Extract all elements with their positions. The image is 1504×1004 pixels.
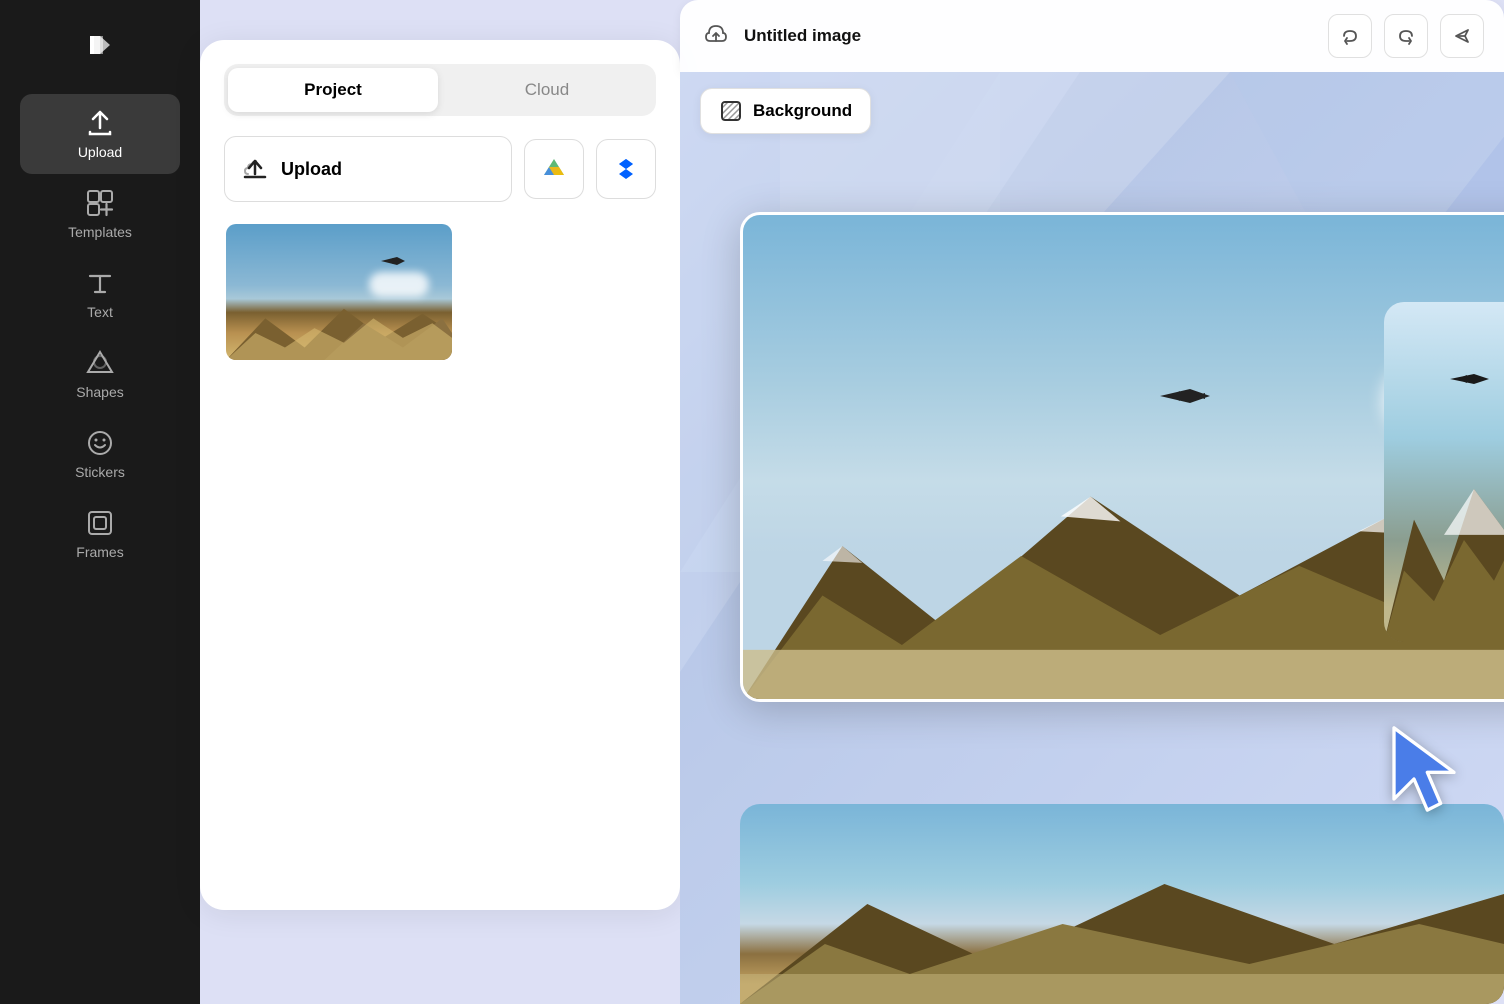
sidebar-label-stickers: Stickers	[75, 464, 125, 480]
undo-button[interactable]	[1328, 14, 1372, 58]
sidebar-item-upload[interactable]: Upload	[20, 94, 180, 174]
google-drive-button[interactable]	[524, 139, 584, 199]
sidebar-item-frames[interactable]: Frames	[20, 494, 180, 574]
upload-cloud-icon	[241, 155, 269, 183]
cursor-arrow	[1384, 719, 1464, 824]
right-airplane	[1447, 370, 1492, 393]
text-icon	[85, 268, 115, 298]
templates-icon	[85, 188, 115, 218]
sidebar-label-frames: Frames	[76, 544, 123, 560]
save-cloud-icon	[700, 18, 732, 55]
sidebar-label-text: Text	[87, 304, 113, 320]
thumb-plane-decoration	[379, 254, 407, 272]
bottom-scene	[740, 804, 1504, 1004]
tab-project[interactable]: Project	[228, 68, 438, 112]
airplane-decoration	[1155, 384, 1215, 413]
uploaded-image-thumbnail[interactable]	[224, 222, 454, 362]
frames-icon	[85, 508, 115, 538]
right-airplane-icon	[1447, 370, 1492, 388]
undo-icon	[1340, 26, 1360, 46]
right-partial-image	[1384, 302, 1504, 642]
right-mountains	[1384, 438, 1504, 642]
tab-bar: Project Cloud	[224, 64, 656, 116]
shapes-icon	[85, 348, 115, 378]
thumb-airplane-icon	[379, 255, 407, 267]
cursor-icon	[1384, 719, 1464, 819]
sidebar: Upload Templates Text Shapes	[0, 0, 200, 1004]
upload-icon	[85, 108, 115, 138]
background-button[interactable]: Background	[700, 88, 871, 134]
redo-button[interactable]	[1384, 14, 1428, 58]
document-title[interactable]: Untitled image	[744, 26, 1316, 46]
dropbox-icon	[612, 155, 640, 183]
upload-button[interactable]: Upload	[224, 136, 512, 202]
bottom-mountains	[740, 864, 1504, 1004]
left-panel: Project Cloud Upload	[200, 40, 680, 910]
send-button[interactable]	[1440, 14, 1484, 58]
sidebar-item-shapes[interactable]: Shapes	[20, 334, 180, 414]
sidebar-item-templates[interactable]: Templates	[20, 174, 180, 254]
sidebar-label-templates: Templates	[68, 224, 132, 240]
sidebar-item-stickers[interactable]: Stickers	[20, 414, 180, 494]
google-drive-icon	[540, 155, 568, 183]
thumb-mountains	[226, 299, 452, 360]
thumb-cloud-decoration	[369, 272, 429, 297]
app-logo	[75, 20, 125, 70]
sidebar-label-upload: Upload	[78, 144, 122, 160]
canvas-scene	[680, 72, 1504, 1004]
background-icon	[719, 99, 743, 123]
sidebar-label-shapes: Shapes	[76, 384, 123, 400]
dropbox-button[interactable]	[596, 139, 656, 199]
top-bar: Untitled image	[680, 0, 1504, 72]
send-icon	[1452, 26, 1472, 46]
sidebar-item-text[interactable]: Text	[20, 254, 180, 334]
right-scene	[1384, 302, 1504, 642]
bottom-partial-image	[740, 804, 1504, 1004]
tab-cloud[interactable]: Cloud	[442, 68, 652, 112]
upload-button-label: Upload	[281, 159, 342, 180]
stickers-icon	[85, 428, 115, 458]
redo-icon	[1396, 26, 1416, 46]
background-button-label: Background	[753, 101, 852, 121]
airplane-icon	[1155, 384, 1215, 408]
upload-row: Upload	[224, 136, 656, 202]
